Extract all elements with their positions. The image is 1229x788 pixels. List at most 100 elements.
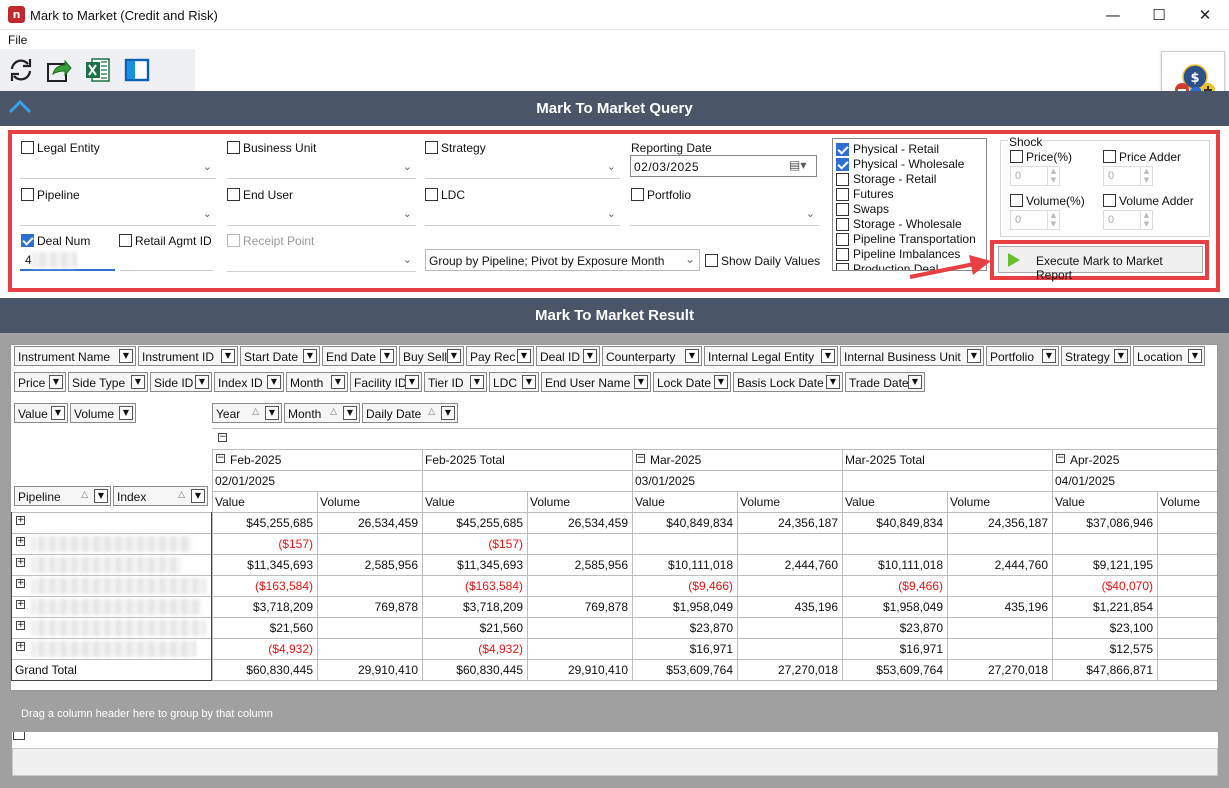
filter-dropdown-icon[interactable]: ▼ [522,375,536,389]
ldc-checkbox[interactable] [425,188,438,201]
volume-pct-input[interactable]: 0 ▲ ▼ [1010,210,1060,230]
maximize-icon[interactable]: ☐ [1136,0,1182,30]
collapse-toggle-icon[interactable]: − [636,454,645,463]
filter-dropdown-icon[interactable]: ▼ [195,375,209,389]
pivot-grid[interactable]: Instrument Name ▼ Instrument ID ▼ Start Date… [10,344,1218,691]
expand-row-icon[interactable]: + [16,516,25,525]
field-header[interactable]: LDC ▼ [489,372,539,392]
filter-dropdown-icon[interactable]: ▼ [441,406,455,420]
deal-type-list[interactable]: Physical - Retail Physical - Wholesale S… [832,138,987,271]
price-adder-checkbox[interactable] [1103,150,1116,163]
refresh-icon[interactable] [7,56,35,84]
expand-row-icon[interactable]: + [16,537,25,546]
filter-dropdown-icon[interactable]: ▼ [119,349,133,363]
field-header[interactable]: Portfolio ▼ [986,346,1059,366]
deal-type-checkbox[interactable] [836,203,849,216]
expand-row-icon[interactable]: + [16,558,25,567]
filter-dropdown-icon[interactable]: ▼ [265,406,279,420]
filter-dropdown-icon[interactable]: ▼ [714,375,728,389]
price-pct-input[interactable]: 0 ▲ ▼ [1010,166,1060,186]
spinner-icon[interactable]: ▲ ▼ [1140,167,1152,185]
filter-dropdown-icon[interactable]: ▼ [380,349,394,363]
show-daily-checkbox[interactable] [705,254,718,267]
field-header[interactable]: Month △ ▼ [284,403,360,423]
ldc-combo[interactable]: ⌄ [425,204,620,226]
filter-dropdown-icon[interactable]: ▼ [221,349,235,363]
sort-icon[interactable]: △ [252,407,259,417]
price-pct-checkbox[interactable] [1010,150,1023,163]
retail-agmt-id-input[interactable] [120,249,213,271]
export-icon[interactable] [45,56,73,84]
field-header[interactable]: Deal ID ▼ [536,346,600,366]
field-header[interactable]: Year △ ▼ [212,403,282,423]
price-adder-input[interactable]: 0 ▲ ▼ [1103,166,1153,186]
filter-dropdown-icon[interactable]: ▼ [908,375,922,389]
deal-type-checkbox[interactable] [836,248,849,261]
expand-row-icon[interactable]: + [16,579,25,588]
sort-icon[interactable]: △ [81,490,88,500]
legal-entity-combo[interactable]: ⌄ [20,157,216,179]
field-header[interactable]: Basis Lock Date ▼ [733,372,843,392]
expand-row-icon[interactable]: + [16,600,25,609]
field-header[interactable]: Price ▼ [14,372,66,392]
sort-icon[interactable]: △ [330,407,337,417]
sort-icon[interactable]: △ [178,490,185,500]
filter-dropdown-icon[interactable]: ▼ [583,349,597,363]
filter-dropdown-icon[interactable]: ▼ [447,349,461,363]
pipeline-combo[interactable]: ⌄ [20,204,216,226]
end-user-combo[interactable]: ⌄ [227,204,416,226]
field-header[interactable]: Index △ ▼ [113,486,208,506]
field-header[interactable]: Buy Sell ▼ [399,346,464,366]
field-header[interactable]: Start Date ▼ [240,346,320,366]
expand-row-icon[interactable]: + [16,621,25,630]
minimize-icon[interactable]: — [1090,0,1136,30]
layout-icon[interactable] [123,56,151,84]
filter-dropdown-icon[interactable]: ▼ [1114,349,1128,363]
table-row[interactable]: + $21,560 $21,560 $23,870 $23,870 $23,100 [11,617,1217,638]
expander-icon[interactable] [13,732,25,740]
spinner-icon[interactable]: ▲ ▼ [1047,211,1059,229]
field-header[interactable]: Volume ▼ [70,403,136,423]
receipt-point-checkbox[interactable] [227,234,240,247]
collapse-toggle-icon[interactable]: − [216,454,225,463]
deal-type-checkbox[interactable] [836,158,849,171]
pipeline-checkbox[interactable] [21,188,34,201]
field-header[interactable]: Location ▼ [1133,346,1205,366]
field-header[interactable]: Month ▼ [286,372,348,392]
reporting-date-picker[interactable]: 02/03/2025 ▤▾ [630,155,817,177]
field-header[interactable]: Index ID ▼ [214,372,284,392]
portfolio-checkbox[interactable] [631,188,644,201]
filter-dropdown-icon[interactable]: ▼ [49,375,63,389]
execute-report-button[interactable]: Execute Mark to Market Report [998,246,1203,282]
group-by-select[interactable]: Group by Pipeline; Pivot by Exposure Mon… [425,249,700,271]
filter-dropdown-icon[interactable]: ▼ [267,375,281,389]
filter-dropdown-icon[interactable]: ▼ [131,375,145,389]
strategy-checkbox[interactable] [425,141,438,154]
filter-dropdown-icon[interactable]: ▼ [343,406,357,420]
end-user-checkbox[interactable] [227,188,240,201]
table-row[interactable]: + ($157) ($157) [11,533,1217,554]
deal-type-checkbox[interactable] [836,188,849,201]
filter-dropdown-icon[interactable]: ▼ [470,375,484,389]
filter-dropdown-icon[interactable]: ▼ [303,349,317,363]
table-row[interactable]: + ($163,584) ($163,584) ($9,466) ($9,466) ($4… [11,575,1217,596]
filter-dropdown-icon[interactable]: ▼ [1042,349,1056,363]
field-header[interactable]: Side ID ▼ [150,372,212,392]
filter-dropdown-icon[interactable]: ▼ [405,375,419,389]
portfolio-combo[interactable]: ⌄ [630,204,819,226]
field-header[interactable]: Facility ID ▼ [350,372,422,392]
collapse-toggle-icon[interactable]: − [218,433,227,442]
group-by-panel[interactable]: Drag a column header here to group by th… [12,696,1218,731]
filter-dropdown-icon[interactable]: ▼ [51,406,65,420]
business-unit-checkbox[interactable] [227,141,240,154]
deal-type-checkbox[interactable] [836,173,849,186]
table-row[interactable]: + $11,345,693 2,585,956 $11,345,693 2,585,95… [11,554,1217,575]
table-row[interactable]: + $45,255,685 26,534,459 $45,255,685 26,534,… [11,512,1217,533]
field-header[interactable]: Side Type ▼ [68,372,148,392]
filter-dropdown-icon[interactable]: ▼ [331,375,345,389]
volume-adder-input[interactable]: 0 ▲ ▼ [1103,210,1153,230]
field-header[interactable]: End User Name ▼ [541,372,651,392]
volume-adder-checkbox[interactable] [1103,194,1116,207]
calendar-icon[interactable]: ▤▾ [789,158,806,172]
filter-dropdown-icon[interactable]: ▼ [1188,349,1202,363]
